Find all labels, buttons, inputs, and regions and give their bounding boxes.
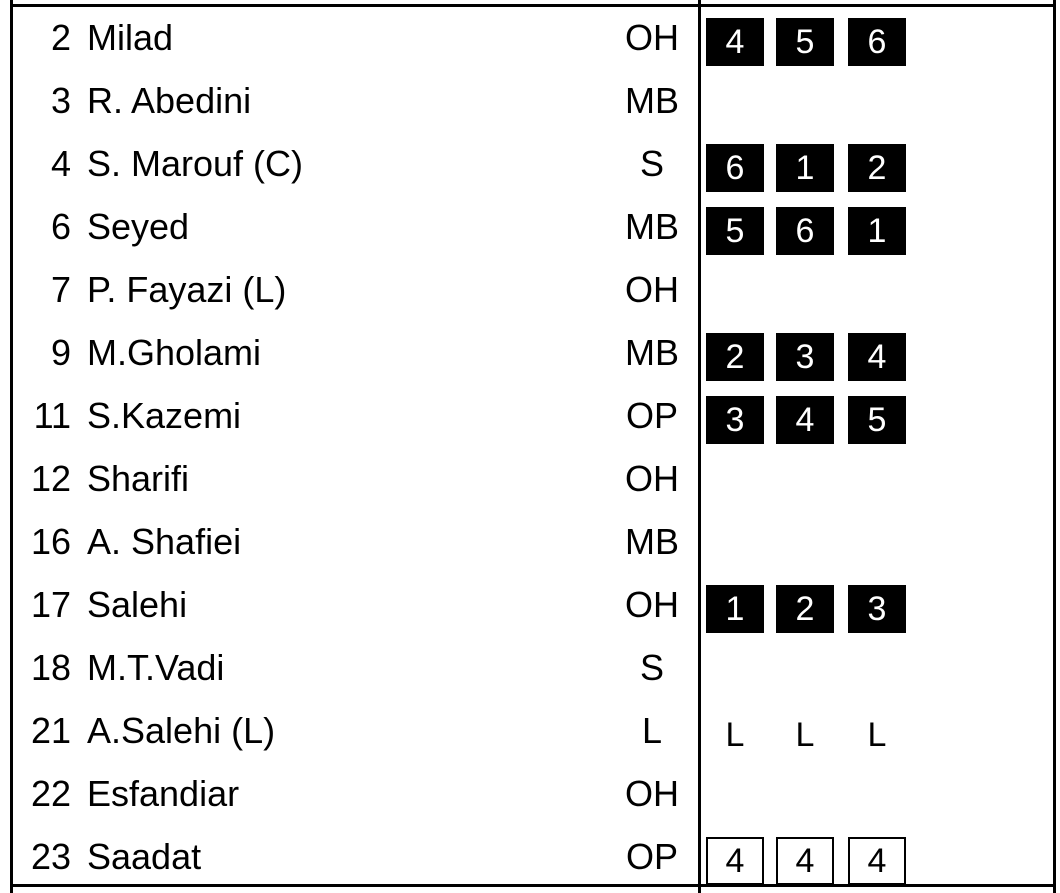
player-name: A. Shafiei [87,521,242,562]
player-number: 4 [50,143,71,184]
table-row: 4 S. Marouf (C) S 6 1 2 [13,132,1053,195]
rotation-cell: 2 [848,144,906,192]
rotation-cell: 1 [776,144,834,192]
player-number: 17 [30,584,71,625]
rotation-cell: L [867,716,887,754]
rotation-cell: 5 [776,18,834,66]
player-position: OH [625,584,679,625]
player-name: R. Abedini [87,80,252,121]
player-name: Salehi [87,584,188,625]
player-position: MB [625,332,679,373]
player-number: 3 [50,80,71,121]
table-row: 11 S.Kazemi OP 3 4 5 [13,384,1053,447]
table-row: 18 M.T.Vadi S [13,636,1053,699]
player-name: Saadat [87,836,202,877]
rotation-cell: 4 [776,396,834,444]
player-name: Milad [87,17,174,58]
table-row: 17 Salehi OH 1 2 3 [13,573,1053,636]
rotation-cell: L [725,716,745,754]
player-name: P. Fayazi (L) [87,269,287,310]
rotation-cell: 4 [706,18,764,66]
player-name: Sharifi [87,458,190,499]
table-row: 6 Seyed MB 5 6 1 [13,195,1053,258]
rotation-cell: 2 [706,333,764,381]
rotation-cell: 3 [776,333,834,381]
player-number: 21 [30,710,71,751]
player-name: S. Marouf (C) [87,143,304,184]
rotation-cell: 1 [848,207,906,255]
player-name: M.T.Vadi [87,647,225,688]
player-position: S [639,143,664,184]
player-position: OP [625,395,678,436]
player-name: Esfandiar [87,773,240,814]
player-position: OP [625,836,678,877]
rotation-cell: 4 [776,837,834,885]
table-row: 22 Esfandiar OH [13,762,1053,825]
table-row: 16 A. Shafiei MB [13,510,1053,573]
player-position: S [639,647,664,688]
player-number: 9 [50,332,71,373]
player-number: 23 [30,836,71,877]
player-name: A.Salehi (L) [87,710,276,751]
player-number: 7 [50,269,71,310]
player-name: M.Gholami [87,332,262,373]
rotation-cell: 3 [848,585,906,633]
player-position: OH [625,458,679,499]
rotation-cell: L [795,716,815,754]
player-number: 11 [33,395,71,436]
player-position: MB [625,206,679,247]
player-position: OH [625,269,679,310]
rotation-cell: 4 [848,837,906,885]
player-position: OH [625,773,679,814]
player-name: S.Kazemi [87,395,242,436]
table-border-right [1053,0,1056,893]
table-row: 3 R. Abedini MB [13,69,1053,132]
rotation-cell: 6 [706,144,764,192]
roster-table: 2 Milad OH 4 5 6 3 R. Abedini MB 4 S. Marouf (C) S 6… [0,0,1060,893]
rotation-cell: 1 [706,585,764,633]
player-number: 18 [30,647,71,688]
player-number: 16 [30,521,71,562]
rotation-cell: 6 [848,18,906,66]
player-position: MB [625,521,679,562]
rotation-cell: 4 [706,837,764,885]
player-position: OH [625,17,679,58]
rotation-cell: 4 [848,333,906,381]
rotation-cell: 6 [776,207,834,255]
rotation-cell: 3 [706,396,764,444]
table-row: 9 M.Gholami MB 2 3 4 [13,321,1053,384]
player-number: 22 [30,773,71,814]
player-name: Seyed [87,206,190,247]
rotation-cell: 5 [848,396,906,444]
table-row: 2 Milad OH 4 5 6 [13,6,1053,69]
player-position: MB [625,80,679,121]
rotation-cell: 2 [776,585,834,633]
table-row: 23 Saadat OP 4 4 4 [13,825,1053,888]
player-number: 2 [50,17,71,58]
table-row: 21 A.Salehi (L) L L L L [13,699,1053,762]
table-row: 12 Sharifi OH [13,447,1053,510]
player-position: L [641,710,663,751]
player-number: 12 [30,458,71,499]
rotation-cell: 5 [706,207,764,255]
player-number: 6 [50,206,71,247]
table-row: 7 P. Fayazi (L) OH [13,258,1053,321]
